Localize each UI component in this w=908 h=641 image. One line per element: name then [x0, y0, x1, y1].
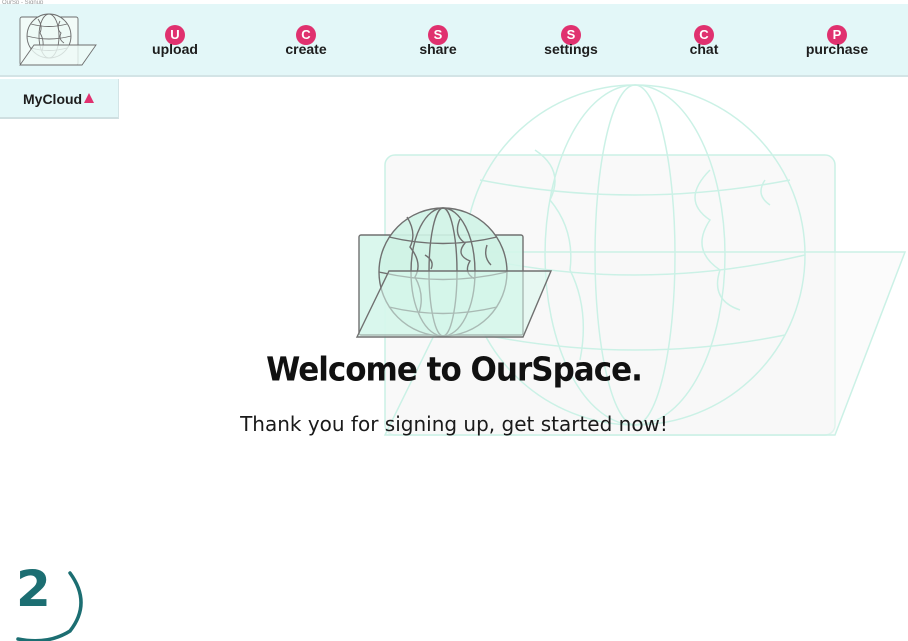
nav-share-label: share: [419, 41, 457, 57]
nav-settings-label: settings: [544, 41, 598, 57]
nav-share[interactable]: S share: [393, 25, 483, 65]
nav-purchase[interactable]: P purchase: [792, 25, 882, 65]
page: OurSp - Signup U upload C create S share…: [0, 0, 908, 641]
nav-chat-label: chat: [689, 41, 719, 57]
top-nav-bar: U upload C create S share S settings C c…: [0, 4, 908, 77]
step-number: 2: [16, 560, 51, 618]
mycloud-menu-button[interactable]: MyCloud: [0, 79, 119, 119]
nav-upload[interactable]: U upload: [130, 25, 220, 65]
nav-create[interactable]: C create: [261, 25, 351, 65]
welcome-subline: Thank you for signing up, get started no…: [240, 412, 668, 436]
mycloud-label: MyCloud: [23, 91, 83, 107]
welcome-headline: Welcome to OurSpace.: [266, 350, 643, 390]
nav-purchase-label: purchase: [805, 41, 869, 57]
globe-folder-logo-icon[interactable]: [18, 11, 98, 71]
nav-create-label: create: [285, 41, 327, 57]
nav-upload-label: upload: [152, 41, 198, 57]
nav-settings[interactable]: S settings: [526, 25, 616, 65]
caret-up-icon: [84, 93, 94, 103]
globe-folder-hero-icon: [355, 207, 553, 338]
nav-chat[interactable]: C chat: [659, 25, 749, 65]
